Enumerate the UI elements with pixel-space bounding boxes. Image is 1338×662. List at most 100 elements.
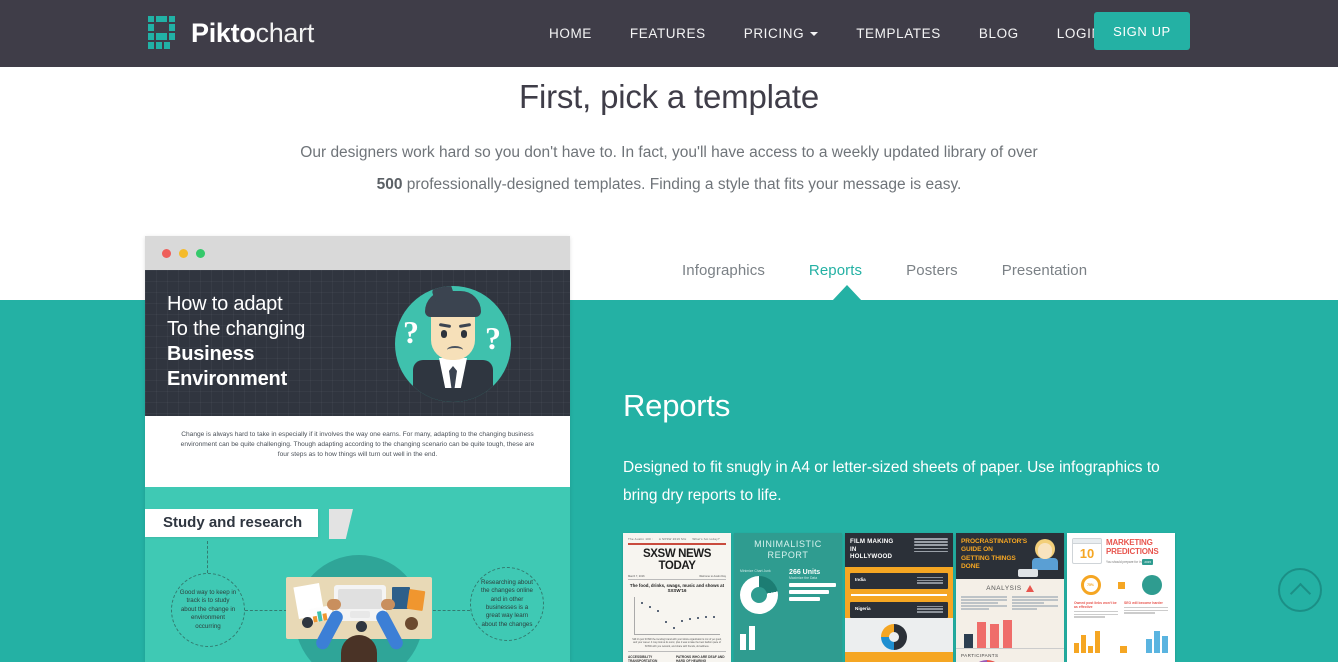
panel-title: Reports [623, 388, 731, 423]
ribbon-tail [329, 509, 353, 539]
nav-item-templates[interactable]: TEMPLATES [837, 0, 960, 67]
kicker-2: A SXSW 2016 Mix [658, 537, 687, 541]
nav-item-blog[interactable]: BLOG [960, 0, 1038, 67]
template-thumbnail-film-making-hollywood[interactable]: FILM MAKING IN HOLLYWOOD India Nigeria [845, 533, 953, 662]
info-bubble-right: Researching about the changes online and… [470, 567, 544, 641]
thumb-byline-left: March 7, 2016 [628, 574, 645, 578]
brand-logo[interactable]: Piktochart [148, 14, 314, 52]
section-label: ANALYSIS [986, 585, 1022, 593]
connector-line-left [245, 610, 287, 611]
info-bubble-left: Good way to keep in track is to study ab… [171, 573, 245, 647]
thumb-year-badge: 2015 [1142, 558, 1154, 565]
connector-line-right [428, 610, 470, 611]
browser-window-icon: 10 [1072, 538, 1102, 564]
nav-label: FEATURES [629, 26, 706, 41]
template-thumbnail-procrastinators-guide[interactable]: PROCRASTINATOR'S GUIDE ON GETTING THINGS… [956, 533, 1064, 662]
site-header: Piktochart HOME FEATURES PRICING TEMPLAT… [0, 0, 1338, 67]
infographic-intro-paragraph: Change is always hard to take in especia… [145, 416, 570, 487]
thumb-number: 10 [1079, 546, 1095, 561]
page-root: Piktochart HOME FEATURES PRICING TEMPLAT… [0, 0, 1338, 662]
main-nav: HOME FEATURES PRICING TEMPLATES BLOG LOG… [530, 0, 1121, 67]
country-label: Nigeria [855, 605, 871, 611]
template-thumbnail-strip: The Austin 100 : A SXSW 2016 Mix What's … [623, 533, 1175, 662]
category-tabs: Infographics Reports Posters Presentatio… [660, 255, 1109, 285]
thumb-bar-chart [956, 615, 1064, 650]
hero-line-1: How to adapt [167, 293, 283, 315]
thumb-percent-ring: 75% [1080, 574, 1101, 595]
template-thumbnail-sxsw-news-today[interactable]: The Austin 100 : A SXSW 2016 Mix What's … [623, 533, 731, 662]
tab-presentation[interactable]: Presentation [980, 262, 1109, 279]
thumb-col2-head: PATRONS WHO ARE DEAF AND HARD OF HEARING [676, 654, 725, 662]
tab-posters[interactable]: Posters [884, 262, 980, 279]
window-maximize-dot-icon [196, 249, 205, 258]
piktochart-mosaic-p-logo-icon [148, 16, 182, 50]
template-thumbnail-minimalistic-report[interactable]: MINIMALISTIC REPORT Minimize Chart Junk … [734, 533, 842, 662]
template-thumbnail-10-marketing-predictions[interactable]: 10 MARKETING PREDICTIONS You should prep… [1067, 533, 1175, 662]
template-preview-card[interactable]: How to adapt To the changing Business En… [145, 236, 570, 662]
sign-up-button[interactable]: SIGN UP [1094, 12, 1190, 50]
thumb-lede: The food, drinks, swags, music and shows… [629, 582, 725, 594]
nav-item-features[interactable]: FEATURES [611, 0, 725, 67]
active-tab-pointer [832, 285, 862, 301]
thumb-caption-1: Owned post links won't be as effective [1074, 600, 1117, 609]
thumb-line-chart [634, 596, 720, 635]
window-minimize-dot-icon [179, 249, 188, 258]
thumb-title-line-3: HOLLYWOOD [850, 553, 893, 561]
browser-chrome-bar [145, 236, 570, 270]
thumb-circle-icon [1141, 574, 1162, 595]
nav-label: HOME [549, 26, 592, 41]
thumb-title-line-1: MARKETING [1106, 538, 1153, 547]
thumb-kicker: The Austin 100 : A SXSW 2016 Mix What's … [628, 537, 726, 541]
thumb-square-marker [1117, 581, 1125, 589]
nav-item-pricing[interactable]: PRICING [725, 0, 837, 67]
thumb-donut-chart [740, 576, 778, 614]
hero-line-4: Environment [167, 368, 288, 390]
chevron-up-icon [1289, 582, 1311, 604]
section-ribbon-label: Study and research [145, 509, 319, 537]
woman-at-desk-icon [1032, 539, 1058, 570]
thumb-stat-value: 266 Units [789, 569, 821, 576]
thumb-square-marker-2 [1119, 646, 1127, 654]
thumb-byline-right: Welcome to Austin Day [699, 574, 726, 578]
nav-item-home[interactable]: HOME [530, 0, 611, 67]
thumb-caption-left: Minimize Chart Junk [740, 569, 771, 573]
infographic-hero: How to adapt To the changing Business En… [145, 270, 570, 416]
thumb-pie-chart [881, 623, 907, 650]
thumb-candle-chart [1074, 631, 1100, 654]
brand-name-light: chart [255, 18, 315, 48]
page-title: First, pick a template [518, 78, 820, 115]
thumb-title-line-2: GUIDE ON [961, 546, 993, 554]
brand-name-bold: Pikto [191, 18, 256, 48]
kicker-3: What's hot today? [692, 537, 720, 541]
thumb-caption-2: SEO will become harder [1124, 600, 1163, 605]
thumb-bar-chart [740, 624, 836, 650]
scroll-to-top-button[interactable] [1278, 568, 1322, 612]
hero-line-2: To the changing [167, 318, 306, 340]
hero-line-3: Business [167, 343, 255, 365]
thumb-title-line-1: PROCRASTINATOR'S [961, 538, 1028, 545]
question-mark-right: ? [485, 320, 501, 356]
nav-label: BLOG [978, 26, 1019, 41]
warning-triangle-icon [1025, 585, 1034, 592]
thumb-subtitle: You should prepare for in [1106, 559, 1142, 564]
tab-reports[interactable]: Reports [787, 262, 884, 279]
thumb-title-line-2: REPORT [767, 550, 809, 560]
nav-label: PRICING [743, 26, 805, 41]
top-down-desk-workspace-illustration-icon [286, 577, 432, 639]
thumb-footnote: Still it's just SXSW the trending brand … [632, 637, 722, 648]
infographic-hero-title: How to adapt To the changing Business En… [167, 292, 305, 392]
category-panel: Reports Designed to fit snugly in A4 or … [623, 388, 1193, 510]
thumb-col1-head: ACCESSIBILITY TRANSPORTATION INFORMATION [628, 654, 658, 662]
connector-line-vertical [207, 541, 208, 573]
panel-description: Designed to fit snugly in A4 or letter-s… [623, 459, 1160, 504]
tab-infographics[interactable]: Infographics [660, 262, 787, 279]
confused-businessman-avatar-icon: ? ? [395, 286, 511, 402]
thumb-bar-chart-2 [1146, 631, 1168, 654]
infographic-section-study: Study and research Good way to keep in t… [145, 487, 570, 662]
thumb-country-card-nigeria: Nigeria [850, 601, 948, 618]
chevron-down-icon [810, 31, 819, 36]
thumb-title-line-2: PREDICTIONS [1106, 547, 1159, 557]
country-label: India [855, 576, 866, 582]
thumb-country-card-india: India [850, 572, 948, 590]
thumb-masthead: SXSW NEWS TODAY [643, 547, 711, 572]
